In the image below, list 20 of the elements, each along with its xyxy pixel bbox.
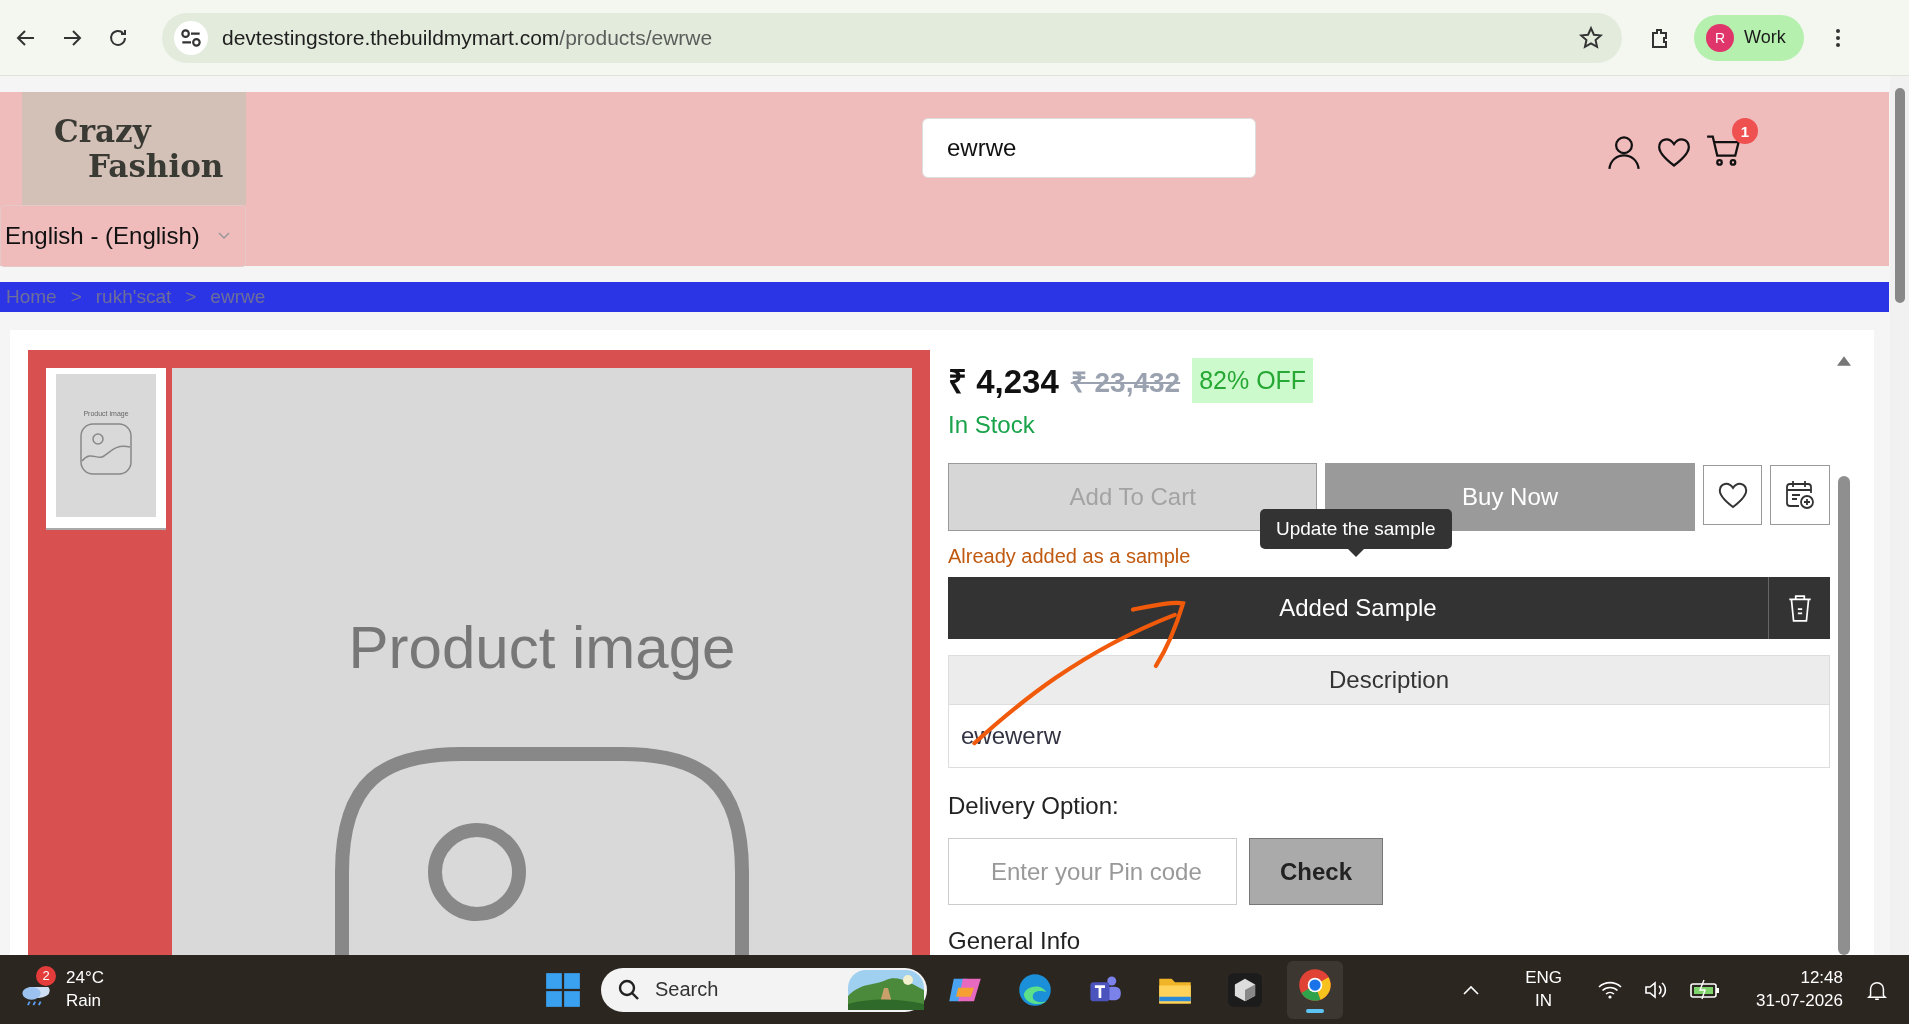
discount-badge: 82% OFF bbox=[1192, 358, 1314, 403]
weather-condition: Rain bbox=[66, 989, 102, 1012]
breadcrumb-separator: > bbox=[70, 286, 82, 308]
sample-note: Already added as a sample bbox=[948, 545, 1191, 567]
description-title: Description bbox=[949, 656, 1829, 705]
search-placeholder: Search bbox=[655, 978, 720, 1001]
temperature: 24°C bbox=[66, 967, 104, 990]
profile-avatar: R bbox=[1706, 23, 1734, 52]
delivery-label: Delivery Option: bbox=[948, 792, 1120, 820]
price: ₹ 4,234 bbox=[948, 362, 1059, 402]
notification-badge: 2 bbox=[36, 965, 56, 986]
tooltip: Update the sample bbox=[1260, 509, 1452, 549]
general-info-heading: General Info bbox=[948, 927, 1082, 955]
cart-count-badge: 1 bbox=[1732, 118, 1758, 144]
main-image-caption: Product image bbox=[348, 613, 736, 682]
profile-name: Work bbox=[1744, 27, 1786, 48]
stock-status: In Stock bbox=[948, 411, 1036, 439]
url-text: devtestingstore.thebuildmymart.com/products/ewrwe bbox=[222, 25, 714, 50]
breadcrumb-separator: > bbox=[185, 286, 197, 308]
original-price: ₹ 23,432 bbox=[1070, 365, 1181, 400]
